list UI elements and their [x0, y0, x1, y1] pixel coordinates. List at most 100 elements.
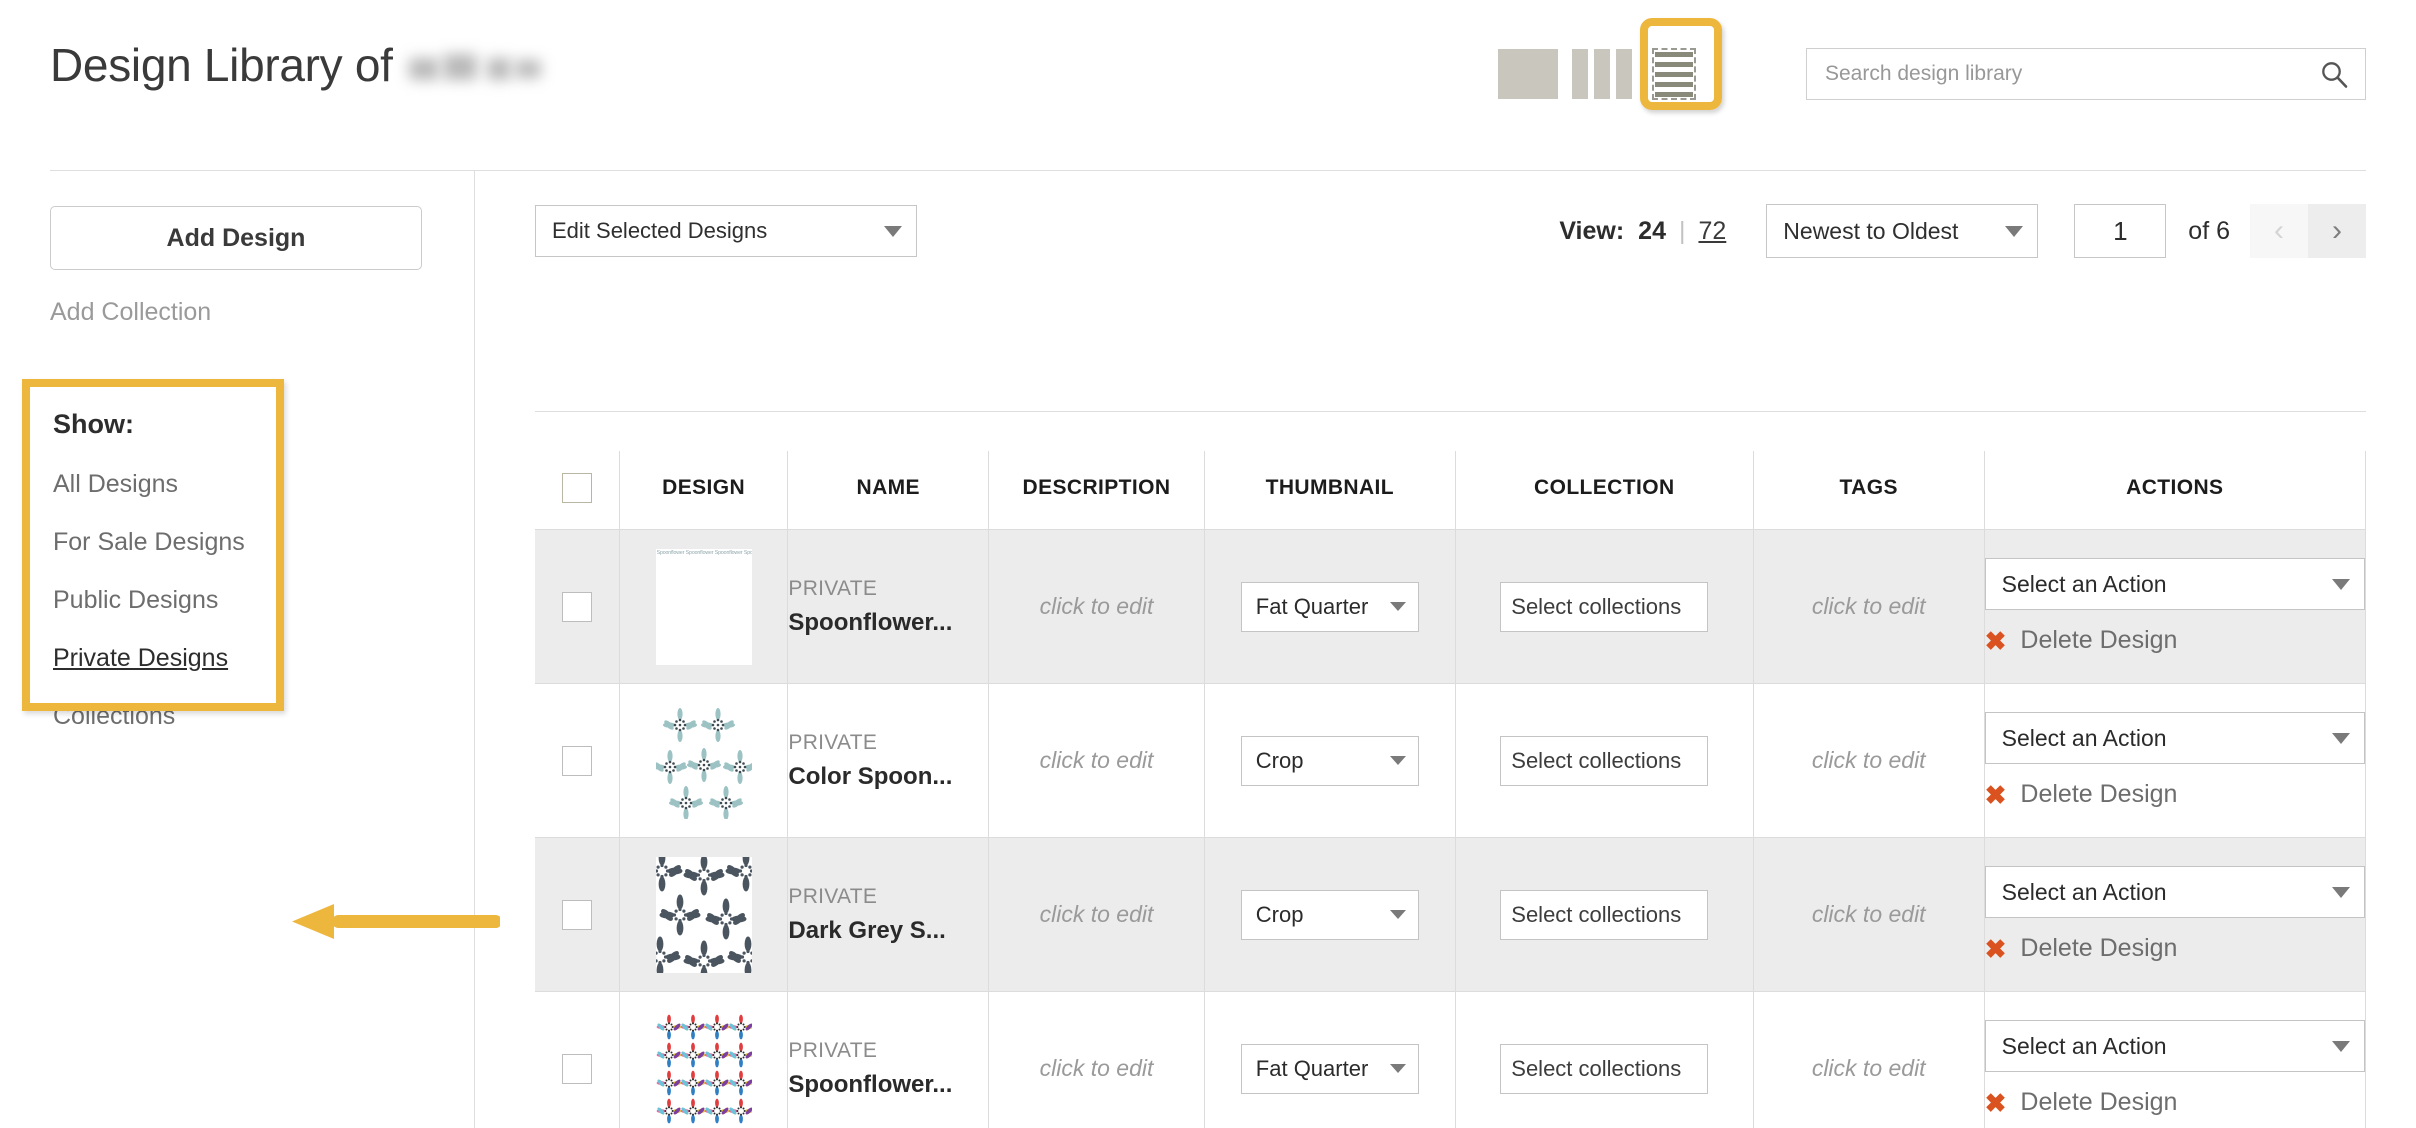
thumbnail-option-dropdown[interactable]: Fat Quarter	[1240, 1043, 1419, 1094]
row-actions-cell: Select an Action ✖ Delete Design	[1983, 529, 2366, 684]
chevron-down-icon	[2332, 886, 2350, 898]
annotation-arrow-private-designs	[292, 904, 500, 939]
view-mode-switcher	[1498, 38, 1702, 110]
close-x-icon: ✖	[1984, 779, 2007, 810]
search-icon	[2322, 62, 2348, 88]
delete-design-label: Delete Design	[2020, 934, 2178, 962]
design-thumbnail-text-tile[interactable]: Spoonflower Spoonflower Spoonflower Spoo…	[655, 548, 752, 665]
list-view-button[interactable]	[1646, 41, 1702, 107]
row-design-cell	[618, 991, 788, 1128]
row-collection-cell	[1454, 683, 1754, 838]
column-header-thumbnail: THUMBNAIL	[1203, 451, 1456, 530]
thumbnail-option-label: Crop	[1255, 747, 1304, 773]
sort-order-dropdown[interactable]: Newest to Oldest	[1766, 204, 2039, 258]
add-collection-link[interactable]: Add Collection	[50, 298, 424, 327]
design-name[interactable]: Dark Grey S...	[788, 917, 988, 945]
large-grid-view-button[interactable]	[1498, 49, 1558, 99]
row-description-cell: click to edit	[988, 991, 1205, 1128]
action-dropdown[interactable]: Select an Action	[1984, 558, 2365, 610]
collection-select-input[interactable]	[1500, 1043, 1709, 1094]
chevron-down-icon	[2332, 578, 2350, 590]
thumbnail-option-dropdown[interactable]: Crop	[1240, 735, 1419, 786]
large-grid-icon	[1498, 49, 1558, 99]
design-thumbnail-multicolor-floral[interactable]	[655, 1010, 752, 1127]
action-dropdown[interactable]: Select an Action	[1984, 1020, 2365, 1072]
row-collection-cell	[1454, 529, 1754, 684]
row-name-cell: PRIVATE Color Spoon...	[787, 683, 989, 838]
previous-page-button[interactable]: ‹	[2250, 204, 2308, 258]
sidebar-item-collections[interactable]: Collections	[53, 702, 280, 731]
view-count-72[interactable]: 72	[1698, 217, 1726, 246]
view-label: View:	[1559, 216, 1625, 245]
show-filter-panel: Show: All Designs For Sale Designs Publi…	[25, 383, 280, 757]
sidebar-item-for-sale-designs[interactable]: For Sale Designs	[53, 528, 280, 557]
thumbnail-option-label: Fat Quarter	[1255, 1055, 1369, 1081]
design-thumbnail-teal-floral[interactable]	[655, 702, 752, 819]
thumbnail-option-dropdown[interactable]: Fat Quarter	[1240, 581, 1419, 632]
page-number-input[interactable]	[2074, 204, 2167, 258]
thumbnail-option-label: Crop	[1255, 901, 1304, 927]
close-x-icon: ✖	[1984, 933, 2007, 964]
tags-edit-link[interactable]: click to edit	[1754, 901, 1984, 928]
row-design-cell: Spoonflower Spoonflower Spoonflower Spoo…	[618, 529, 788, 684]
row-thumbnail-cell: Crop	[1203, 683, 1456, 838]
description-edit-link[interactable]: click to edit	[989, 1055, 1204, 1082]
design-name[interactable]: Spoonflower...	[788, 609, 988, 637]
column-header-description: DESCRIPTION	[988, 451, 1205, 530]
collection-select-input[interactable]	[1500, 581, 1709, 632]
sidebar-item-private-designs[interactable]: Private Designs	[53, 644, 280, 673]
tags-edit-link[interactable]: click to edit	[1754, 747, 1984, 774]
row-checkbox[interactable]	[561, 1053, 592, 1084]
collection-select-input[interactable]	[1500, 889, 1709, 940]
description-edit-link[interactable]: click to edit	[989, 747, 1204, 774]
delete-design-button[interactable]: ✖ Delete Design	[1985, 626, 2365, 655]
view-count-24[interactable]: 24	[1638, 217, 1666, 246]
thumbnail-option-dropdown[interactable]: Crop	[1240, 889, 1419, 940]
design-name[interactable]: Color Spoon...	[788, 763, 988, 791]
sidebar-item-public-designs[interactable]: Public Designs	[53, 586, 280, 615]
table-row: PRIVATE Spoonflower... click to edit Fat…	[535, 991, 2366, 1128]
select-all-checkbox[interactable]	[561, 473, 592, 503]
search-input[interactable]	[1823, 61, 2319, 87]
next-page-button[interactable]: ›	[2308, 204, 2366, 258]
edit-selected-designs-label: Edit Selected Designs	[552, 218, 768, 243]
close-x-icon: ✖	[1984, 625, 2007, 656]
medium-grid-view-button[interactable]	[1572, 49, 1632, 99]
design-thumbnail-grey-floral[interactable]	[655, 856, 752, 973]
tags-edit-link[interactable]: click to edit	[1754, 593, 1984, 620]
description-edit-link[interactable]: click to edit	[989, 593, 1204, 620]
content-toolbar: Edit Selected Designs View: 24 | 72 Newe…	[535, 171, 2366, 291]
action-dropdown[interactable]: Select an Action	[1984, 712, 2365, 764]
sidebar-item-all-designs[interactable]: All Designs	[53, 470, 280, 499]
description-edit-link[interactable]: click to edit	[989, 901, 1204, 928]
close-x-icon: ✖	[1984, 1087, 2007, 1118]
action-dropdown-label: Select an Action	[2001, 878, 2167, 905]
row-design-cell	[618, 683, 788, 838]
search-bar[interactable]	[1806, 48, 2366, 100]
page-title-text: Design Library of	[50, 39, 393, 91]
row-select-cell	[535, 529, 620, 684]
row-actions-cell: Select an Action ✖ Delete Design	[1983, 991, 2366, 1128]
delete-design-label: Delete Design	[2020, 626, 2178, 654]
row-checkbox[interactable]	[561, 591, 592, 622]
design-privacy-label: PRIVATE	[788, 1038, 878, 1062]
design-name[interactable]: Spoonflower...	[788, 1071, 988, 1099]
tags-edit-link[interactable]: click to edit	[1754, 1055, 1984, 1082]
delete-design-button[interactable]: ✖ Delete Design	[1985, 1088, 2365, 1117]
page-header: Design Library of	[0, 0, 2416, 171]
column-header-collection: COLLECTION	[1454, 451, 1754, 530]
row-actions-cell: Select an Action ✖ Delete Design	[1983, 683, 2366, 838]
action-dropdown[interactable]: Select an Action	[1984, 866, 2365, 918]
row-checkbox[interactable]	[561, 745, 592, 776]
add-design-button[interactable]: Add Design	[50, 206, 422, 270]
collection-select-input[interactable]	[1500, 735, 1709, 786]
column-header-tags: TAGS	[1752, 451, 1985, 530]
edit-selected-designs-dropdown[interactable]: Edit Selected Designs	[535, 205, 917, 257]
view-count-separator: |	[1678, 216, 1686, 245]
table-header-row: DESIGN NAME DESCRIPTION THUMBNAIL COLLEC…	[535, 451, 2366, 530]
row-tags-cell: click to edit	[1752, 837, 1985, 992]
delete-design-button[interactable]: ✖ Delete Design	[1985, 934, 2365, 963]
design-privacy-label: PRIVATE	[788, 730, 878, 754]
row-checkbox[interactable]	[561, 899, 592, 930]
delete-design-button[interactable]: ✖ Delete Design	[1985, 780, 2365, 809]
